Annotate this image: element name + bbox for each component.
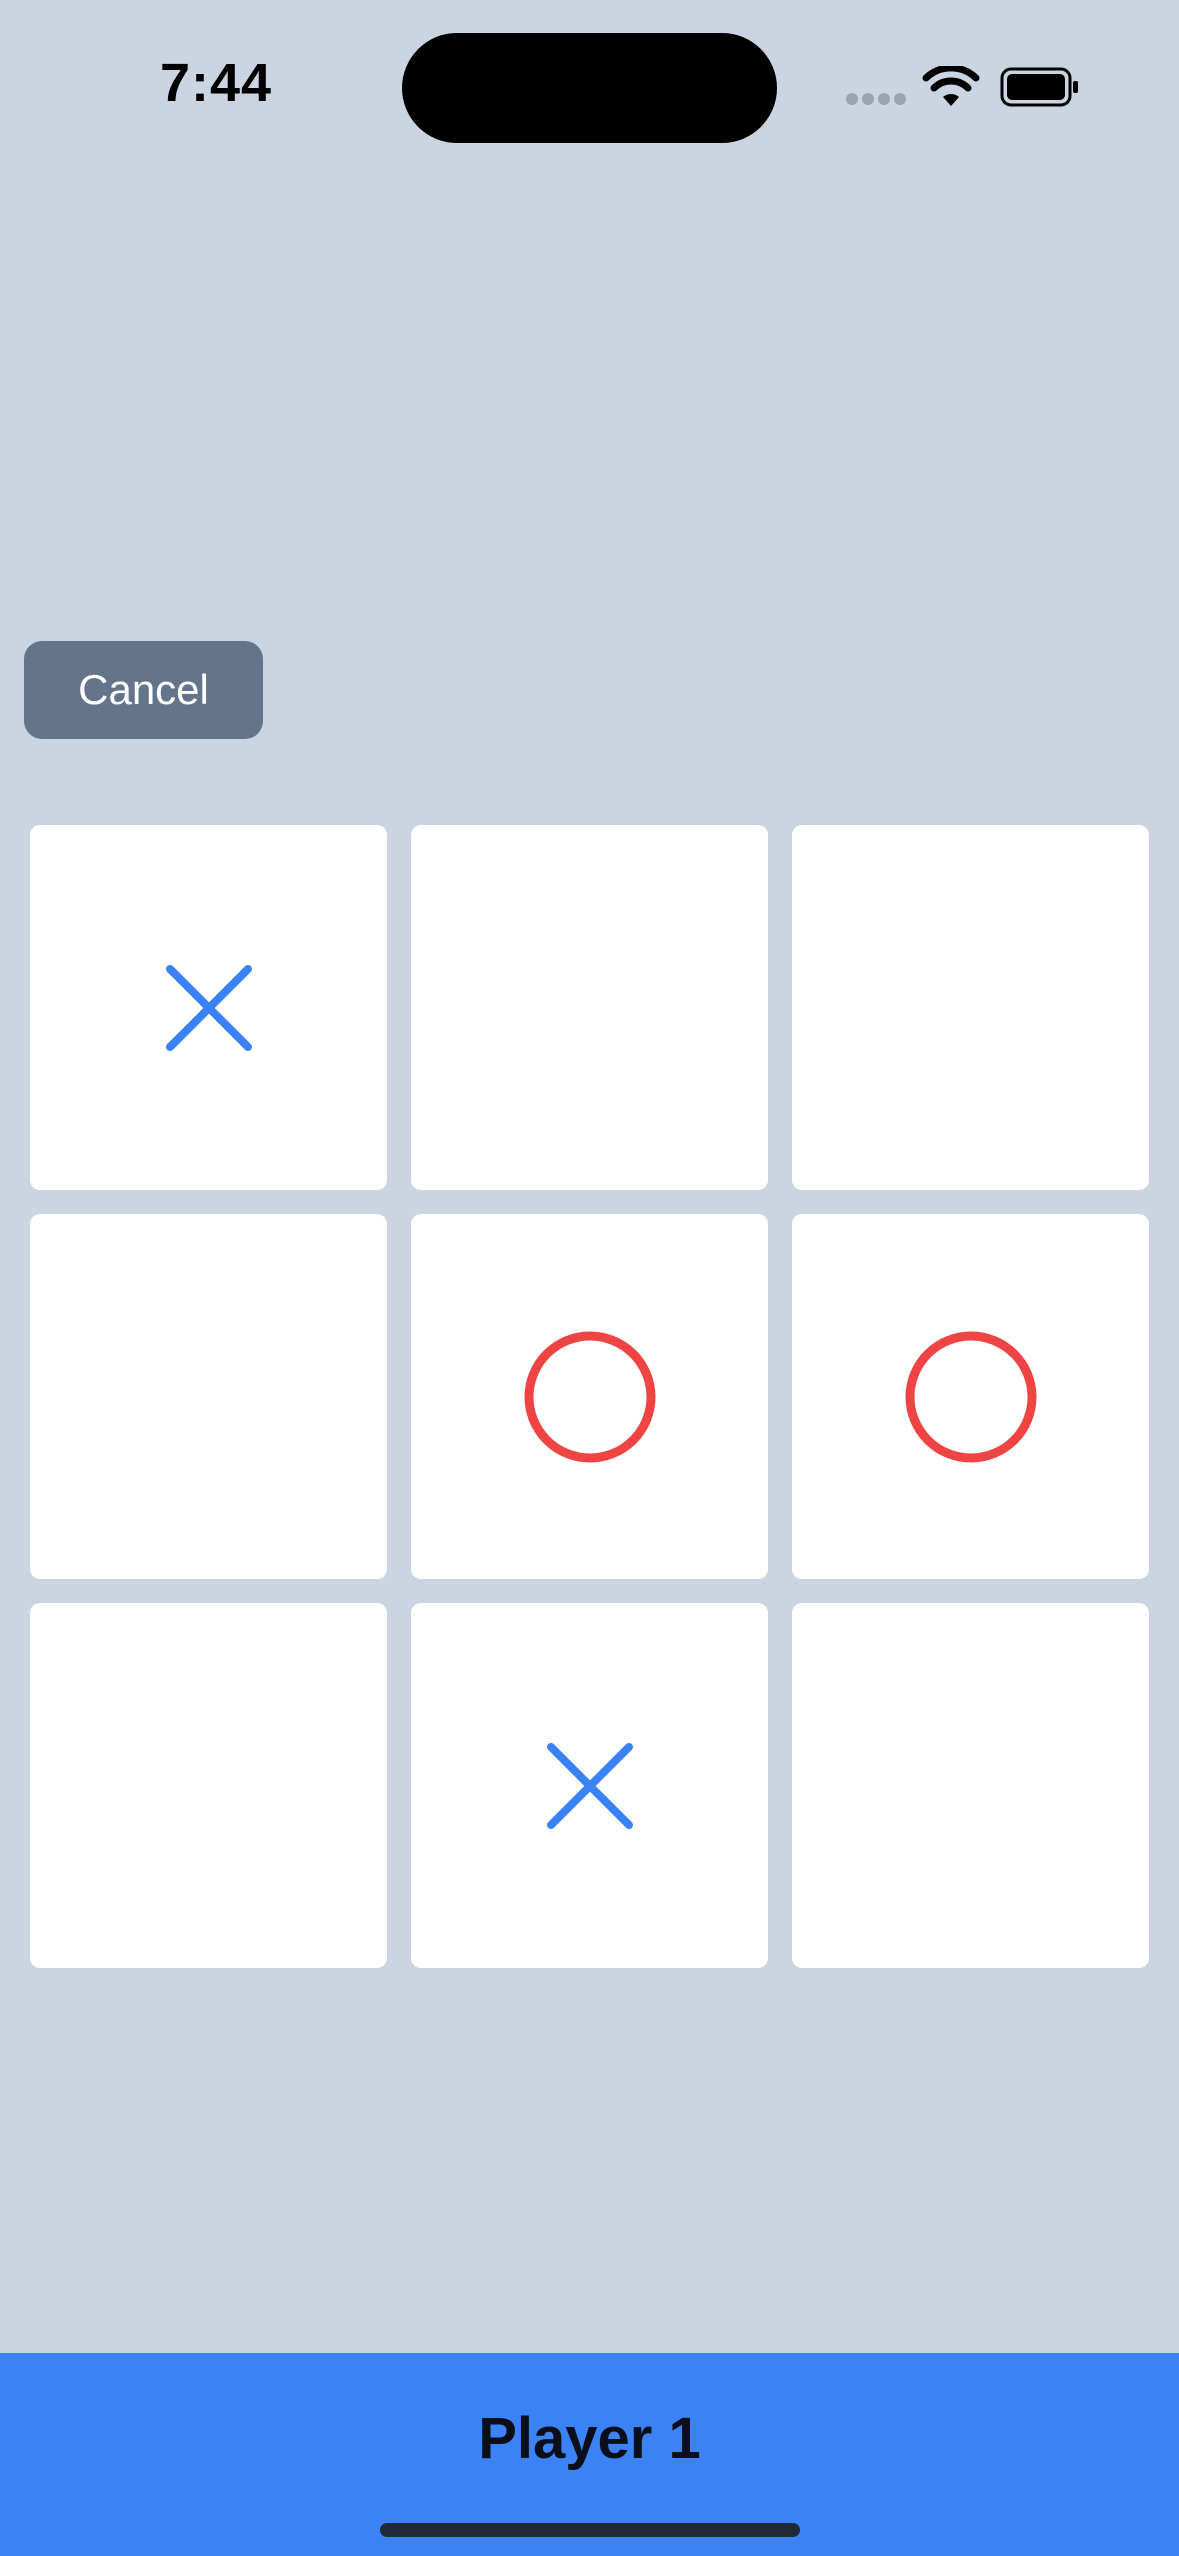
dynamic-island bbox=[402, 33, 777, 143]
turn-indicator-bar: Player 1 bbox=[0, 2353, 1179, 2556]
battery-icon bbox=[1000, 67, 1078, 107]
board-cell-2-2[interactable] bbox=[411, 1214, 768, 1579]
x-mark-icon bbox=[165, 964, 252, 1051]
status-bar: 7:44 bbox=[0, 0, 1179, 175]
board-cell-3-1[interactable] bbox=[30, 1603, 387, 1968]
board-cell-1-3[interactable] bbox=[792, 825, 1149, 1190]
cancel-button[interactable]: Cancel bbox=[24, 641, 263, 739]
wifi-icon bbox=[922, 66, 980, 106]
game-board bbox=[30, 825, 1149, 1968]
x-mark-icon bbox=[546, 1742, 633, 1829]
o-mark-icon bbox=[524, 1331, 655, 1462]
board-cell-2-3[interactable] bbox=[792, 1214, 1149, 1579]
o-mark-icon bbox=[905, 1331, 1036, 1462]
board-cell-2-1[interactable] bbox=[30, 1214, 387, 1579]
board-cell-3-3[interactable] bbox=[792, 1603, 1149, 1968]
board-cell-1-1[interactable] bbox=[30, 825, 387, 1190]
current-player-label: Player 1 bbox=[478, 2406, 701, 2471]
cellular-signal-icon bbox=[846, 93, 906, 105]
board-cell-1-2[interactable] bbox=[411, 825, 768, 1190]
board-cell-3-2[interactable] bbox=[411, 1603, 768, 1968]
home-indicator[interactable] bbox=[380, 2523, 800, 2537]
status-time: 7:44 bbox=[160, 53, 273, 113]
